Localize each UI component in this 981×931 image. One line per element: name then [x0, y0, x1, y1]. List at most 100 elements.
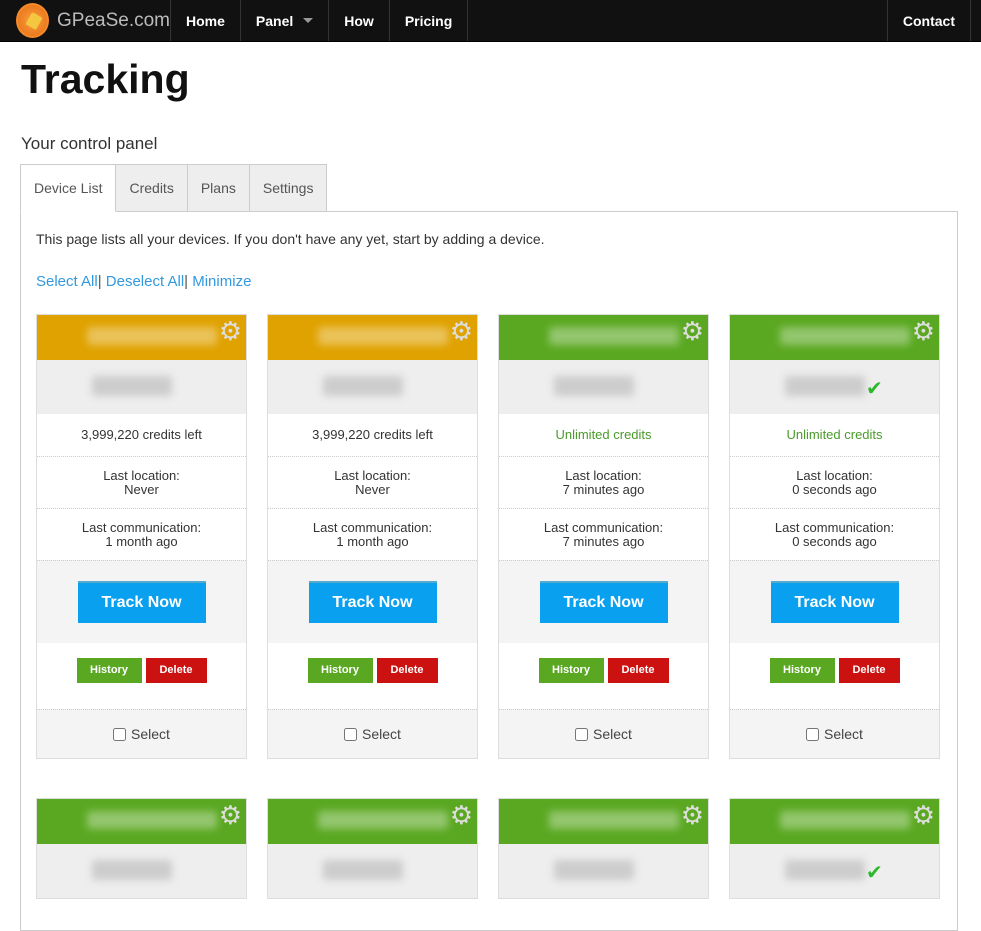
label: Last location:: [103, 467, 180, 483]
last-location: Last location: 0 seconds ago: [730, 456, 939, 508]
history-button[interactable]: History: [307, 657, 373, 683]
select-label: Select: [362, 726, 401, 742]
value: 0 seconds ago: [792, 481, 877, 497]
value: Never: [355, 481, 390, 497]
track-now-button[interactable]: Track Now: [770, 581, 899, 623]
last-location: Last location: 7 minutes ago: [499, 456, 708, 508]
value: Never: [124, 481, 159, 497]
device-header: ⚙: [730, 315, 939, 360]
nav-contact[interactable]: Contact: [886, 0, 971, 41]
gear-icon[interactable]: ⚙: [219, 802, 242, 828]
select-row: Select: [268, 709, 477, 758]
track-now-button[interactable]: Track Now: [308, 581, 437, 623]
device-id-row: [37, 844, 246, 898]
gear-icon[interactable]: ⚙: [219, 318, 242, 344]
device-card: ⚙ Unlimited credits Last location: 7 minu…: [498, 314, 709, 759]
device-id-redacted: [323, 860, 403, 880]
delete-button[interactable]: Delete: [838, 657, 900, 683]
separator: |: [184, 273, 189, 290]
select-row: Select: [730, 709, 939, 758]
device-id-row: [499, 844, 708, 898]
nav-how[interactable]: How: [329, 0, 390, 41]
last-location: Last location: Never: [37, 456, 246, 508]
tab-plans[interactable]: Plans: [187, 164, 250, 212]
select-row: Select: [37, 709, 246, 758]
track-now-button[interactable]: Track Now: [77, 581, 206, 623]
device-card: ⚙ 3,999,220 credits left Last location: N…: [267, 314, 478, 759]
nav-panel[interactable]: Panel: [241, 0, 330, 41]
tab-device-list[interactable]: Device List: [20, 164, 117, 212]
label: Last communication:: [312, 519, 433, 535]
separator: |: [97, 273, 102, 290]
gear-icon[interactable]: ⚙: [912, 802, 935, 828]
track-now-button[interactable]: Track Now: [539, 581, 668, 623]
device-id-row: [37, 360, 246, 414]
history-button[interactable]: History: [769, 657, 835, 683]
last-communication: Last communication: 0 seconds ago: [730, 508, 939, 560]
device-card: ⚙ 3,999,220 credits left Last location: N…: [36, 314, 247, 759]
device-id-redacted: [785, 860, 865, 880]
device-header: ⚙: [37, 315, 246, 360]
device-id-row: ✔: [730, 360, 939, 414]
last-communication: Last communication: 7 minutes ago: [499, 508, 708, 560]
nav-home[interactable]: Home: [170, 0, 241, 41]
device-id-redacted: [323, 376, 403, 396]
device-header: ⚙: [499, 799, 708, 844]
label: Last communication:: [774, 519, 895, 535]
check-icon: ✔: [866, 862, 883, 884]
label: Last communication:: [81, 519, 202, 535]
select-all-link[interactable]: Select All: [36, 273, 98, 290]
credits-text: Unlimited credits: [786, 427, 883, 442]
select-label: Select: [593, 726, 632, 742]
device-card: ⚙ ✔ Unlimited credits Last location: 0 sec…: [729, 314, 940, 759]
device-title-redacted: [318, 811, 448, 829]
value: 0 seconds ago: [792, 533, 877, 549]
page-subtitle: Your control panel: [21, 134, 158, 153]
delete-button[interactable]: Delete: [376, 657, 438, 683]
gear-icon[interactable]: ⚙: [681, 802, 704, 828]
device-id-redacted: [785, 376, 865, 396]
deselect-all-link[interactable]: Deselect All: [106, 273, 184, 290]
delete-button[interactable]: Delete: [145, 657, 207, 683]
label: Last location:: [334, 467, 411, 483]
device-title-redacted: [780, 811, 910, 829]
nav-pricing[interactable]: Pricing: [390, 0, 469, 41]
label: Last location:: [565, 467, 642, 483]
gear-icon[interactable]: ⚙: [450, 802, 473, 828]
label: Last communication:: [543, 519, 664, 535]
select-checkbox[interactable]: [575, 727, 589, 741]
device-card: ⚙: [267, 798, 478, 899]
device-title-redacted: [549, 811, 679, 829]
brand-link[interactable]: GPeaSe.com: [0, 0, 170, 41]
value: 1 month ago: [105, 533, 178, 549]
label: Last location:: [796, 467, 873, 483]
last-location: Last location: Never: [268, 456, 477, 508]
device-title-redacted: [549, 327, 679, 345]
select-label: Select: [824, 726, 863, 742]
device-id-row: [268, 844, 477, 898]
brand-name: GPeaSe.com: [57, 9, 170, 31]
device-header: ⚙: [499, 315, 708, 360]
device-id-redacted: [92, 860, 172, 880]
history-button[interactable]: History: [538, 657, 604, 683]
credits-text: 3,999,220 credits left: [81, 427, 202, 442]
gear-icon[interactable]: ⚙: [681, 318, 704, 344]
device-card: ⚙: [498, 798, 709, 899]
nav-panel-label: Panel: [255, 12, 294, 29]
select-checkbox[interactable]: [113, 727, 127, 741]
gear-icon[interactable]: ⚙: [450, 318, 473, 344]
tab-credits[interactable]: Credits: [116, 164, 188, 212]
history-button[interactable]: History: [76, 657, 142, 683]
select-checkbox[interactable]: [806, 727, 820, 741]
intro-text: This page lists all your devices. If you…: [36, 231, 545, 247]
select-checkbox[interactable]: [344, 727, 358, 741]
device-header: ⚙: [37, 799, 246, 844]
value: 7 minutes ago: [562, 481, 645, 497]
minimize-link[interactable]: Minimize: [192, 273, 251, 290]
gear-icon[interactable]: ⚙: [912, 318, 935, 344]
device-id-redacted: [554, 376, 634, 396]
tab-settings[interactable]: Settings: [249, 164, 328, 212]
delete-button[interactable]: Delete: [607, 657, 669, 683]
value: 7 minutes ago: [562, 533, 645, 549]
check-icon: ✔: [866, 378, 883, 400]
